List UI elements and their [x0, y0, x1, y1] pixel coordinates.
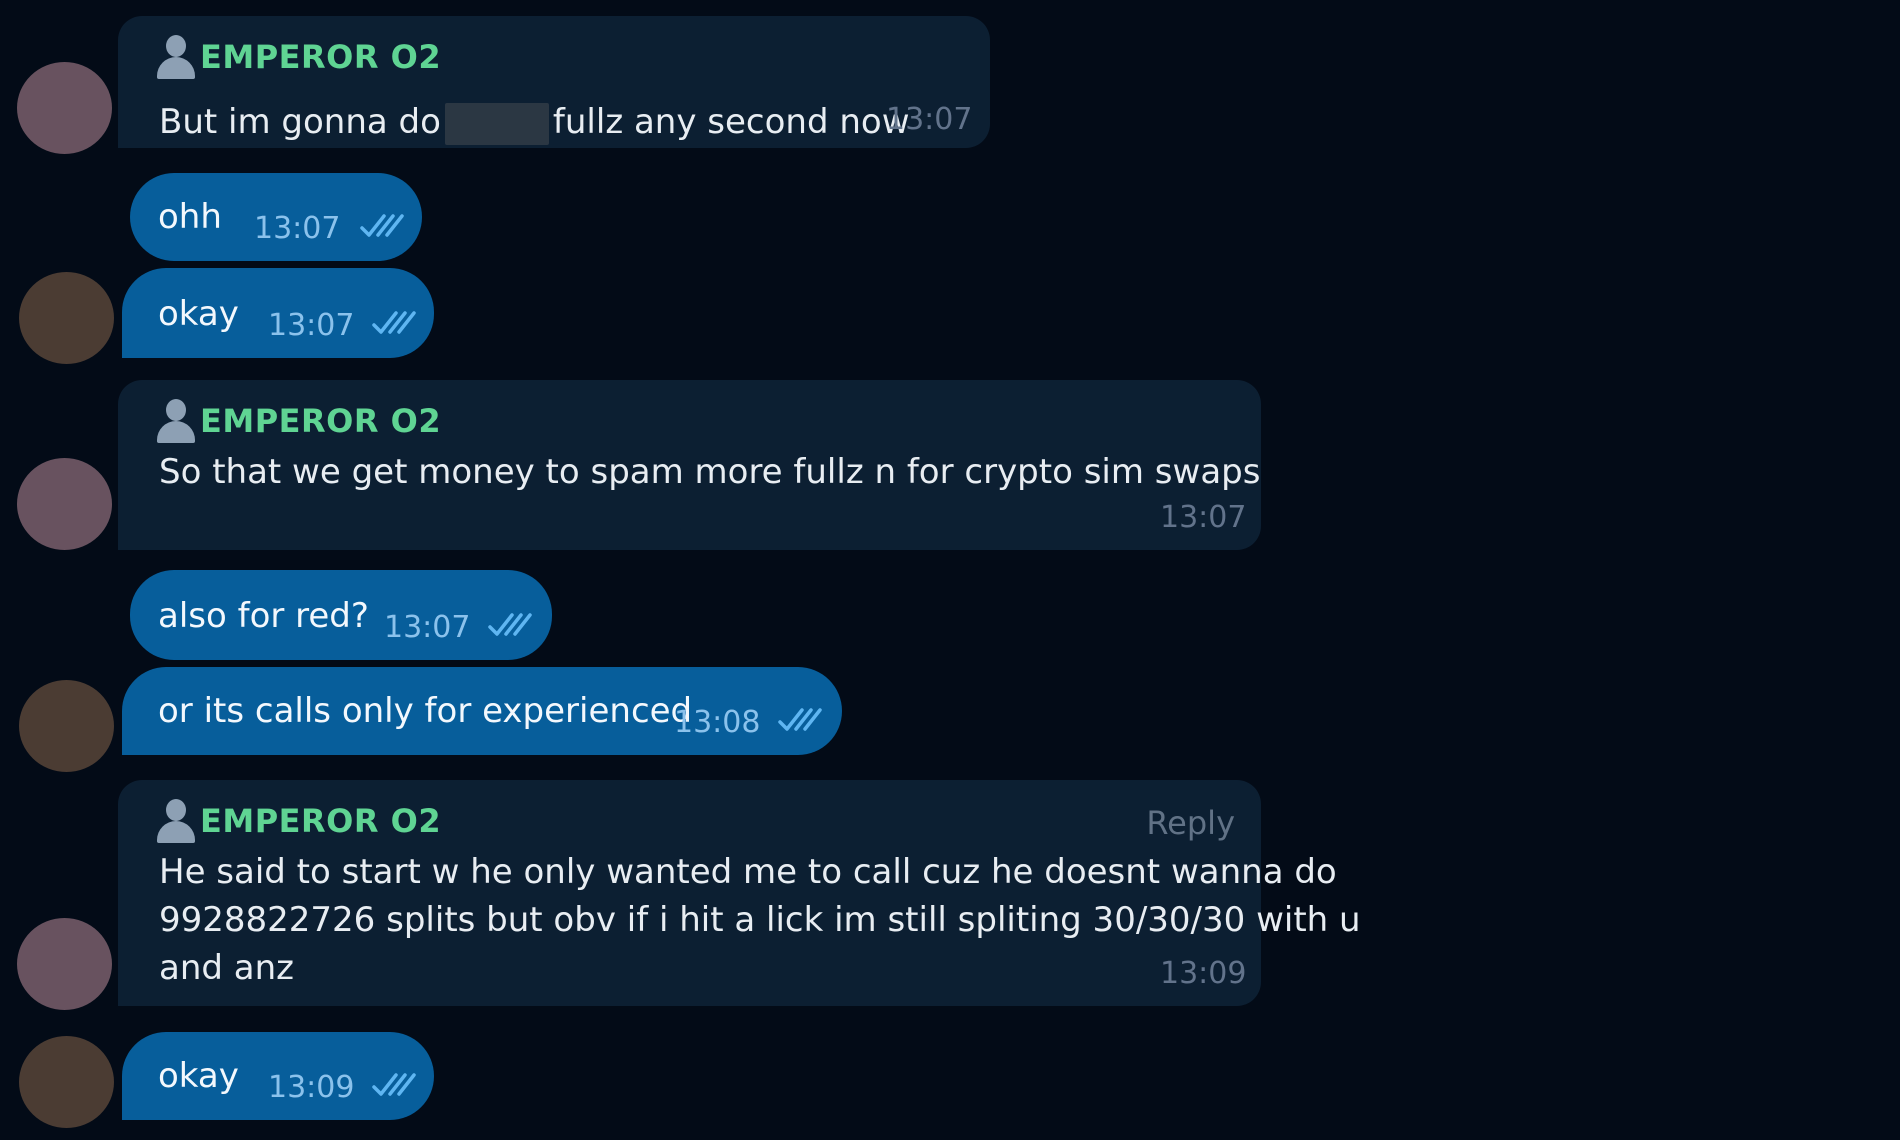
message-time: 13:09	[268, 1070, 355, 1105]
person-icon	[156, 797, 198, 845]
avatar[interactable]	[17, 62, 112, 154]
message-line: He said to start w he only wanted me to …	[159, 852, 1337, 892]
reply-button[interactable]: Reply	[1146, 804, 1235, 842]
message-text: also for red?	[158, 596, 369, 636]
person-icon	[156, 33, 198, 81]
avatar[interactable]	[17, 918, 112, 1010]
avatar[interactable]	[19, 680, 114, 772]
message-time: 13:07	[254, 211, 341, 246]
message-text-part: fullz any second now	[552, 102, 910, 142]
double-check-icon	[372, 1073, 416, 1096]
sender-line: EMPEROR O2	[156, 797, 441, 845]
incoming-message[interactable]: EMPEROR O2 But im gonna do fullz any seco…	[118, 16, 990, 148]
incoming-message[interactable]: EMPEROR O2 So that we get money to spam …	[118, 380, 1261, 550]
message-time: 13:07	[384, 610, 471, 645]
message-text: or its calls only for experienced	[158, 691, 693, 731]
message-time: 13:07	[886, 102, 973, 137]
message-text: okay	[158, 294, 239, 334]
avatar[interactable]	[19, 272, 114, 364]
message-time: 13:07	[268, 308, 355, 343]
sender-line: EMPEROR O2	[156, 33, 441, 81]
message-time: 13:09	[1160, 956, 1247, 991]
double-check-icon	[360, 214, 404, 237]
message-text: okay	[158, 1056, 239, 1096]
message-line: 9928822726 splits but obv if i hit a lic…	[159, 900, 1361, 940]
outgoing-message[interactable]: ohh 13:07	[130, 173, 422, 261]
redacted-text	[444, 102, 549, 145]
outgoing-message[interactable]: okay 13:09	[122, 1032, 434, 1120]
sender-name[interactable]: EMPEROR O2	[200, 802, 441, 840]
double-check-icon	[372, 311, 416, 334]
message-text: So that we get money to spam more fullz …	[159, 452, 1261, 492]
sender-line: EMPEROR O2	[156, 397, 441, 445]
outgoing-message[interactable]: or its calls only for experienced 13:08	[122, 667, 842, 755]
sender-name[interactable]: EMPEROR O2	[200, 402, 441, 440]
double-check-icon	[488, 613, 532, 636]
message-time: 13:08	[674, 705, 761, 740]
double-check-icon	[778, 708, 822, 731]
incoming-message[interactable]: EMPEROR O2 Reply He said to start w he o…	[118, 780, 1361, 1006]
sender-name[interactable]: EMPEROR O2	[200, 38, 441, 76]
avatar[interactable]	[19, 1036, 114, 1128]
avatar[interactable]	[17, 458, 112, 550]
message-text-part: But im gonna do	[159, 102, 441, 142]
message-text: ohh	[158, 197, 222, 237]
chat-history: EMPEROR O2 But im gonna do fullz any seco…	[0, 0, 1900, 1140]
message-time: 13:07	[1160, 500, 1247, 535]
outgoing-message[interactable]: also for red? 13:07	[130, 570, 552, 660]
person-icon	[156, 397, 198, 445]
outgoing-message[interactable]: okay 13:07	[122, 268, 434, 358]
message-text: But im gonna do fullz any second now	[159, 98, 910, 146]
